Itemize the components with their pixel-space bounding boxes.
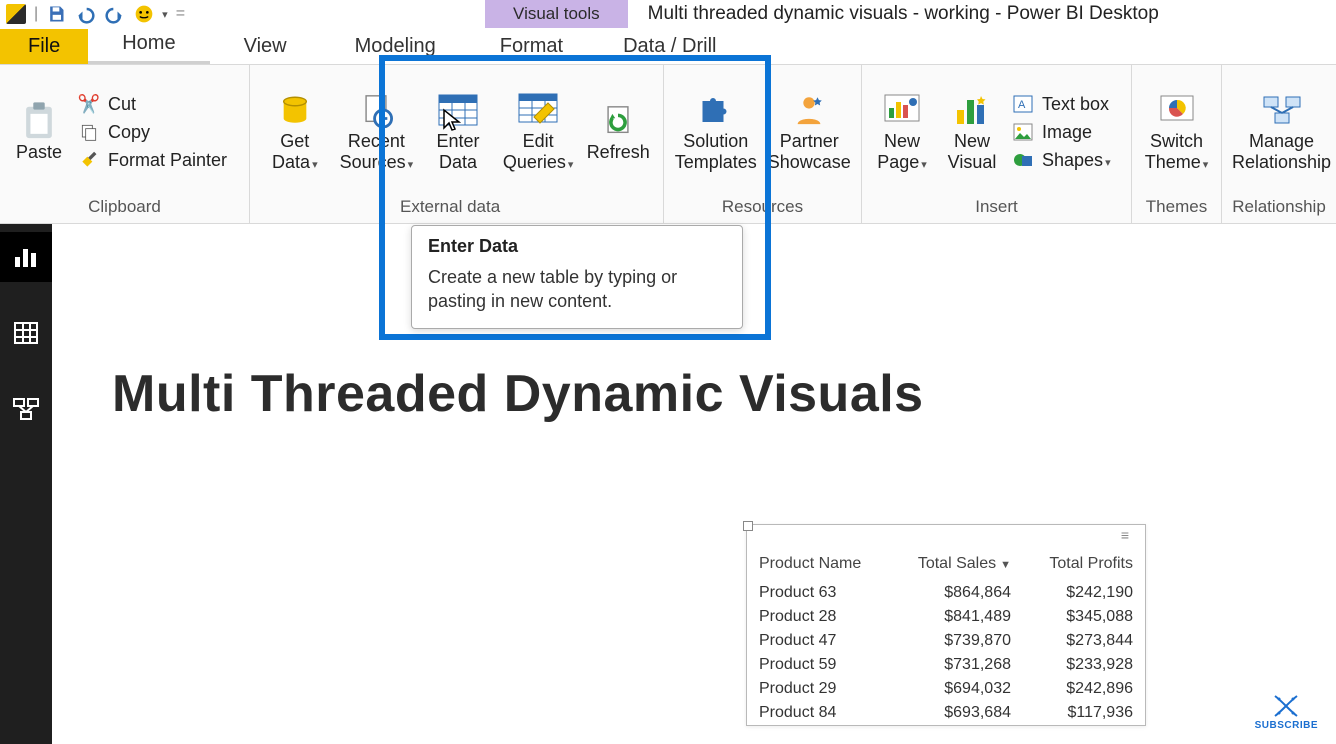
database-icon — [273, 91, 317, 129]
dna-icon — [1271, 694, 1301, 718]
edit-queries-button[interactable]: Edit Queries — [503, 91, 574, 172]
group-themes: Switch Theme Themes — [1132, 65, 1222, 223]
tab-format[interactable]: Format — [470, 29, 593, 64]
group-label-themes: Themes — [1132, 193, 1221, 223]
title-bar: | ▾ = Visual tools Multi threaded dynami… — [0, 0, 1336, 28]
paintbrush-icon — [78, 149, 100, 171]
new-page-button[interactable]: New Page — [872, 91, 932, 172]
tab-modeling[interactable]: Modeling — [321, 29, 470, 64]
group-label-external: External data — [250, 193, 663, 223]
tab-data-drill[interactable]: Data / Drill — [593, 29, 746, 64]
table-row[interactable]: Product 28$841,489$345,088 — [747, 605, 1145, 629]
solution-templates-button[interactable]: Solution Templates — [674, 91, 758, 172]
refresh-button[interactable]: Refresh — [583, 102, 653, 163]
partner-showcase-button[interactable]: Partner Showcase — [768, 91, 852, 172]
format-painter-button[interactable]: Format Painter — [78, 149, 227, 171]
recent-file-icon — [354, 91, 398, 129]
table-row[interactable]: Product 29$694,032$242,896 — [747, 677, 1145, 701]
image-button[interactable]: Image — [1012, 121, 1111, 143]
model-view-button[interactable] — [0, 384, 52, 434]
tooltip-enter-data: Enter Data Create a new table by typing … — [411, 225, 743, 329]
group-label-clipboard: Clipboard — [0, 193, 249, 223]
group-relationships: Manage Relationship Relationship — [1222, 65, 1336, 223]
window-title: Multi threaded dynamic visuals - working… — [648, 3, 1159, 25]
report-view-button[interactable] — [0, 232, 52, 282]
recent-sources-button[interactable]: Recent Sources — [340, 91, 414, 172]
refresh-icon — [596, 102, 640, 140]
copy-button[interactable]: Copy — [78, 121, 227, 143]
table-row[interactable]: Product 84$693,684$117,936 — [747, 701, 1145, 725]
table-row[interactable]: Product 63$864,864$242,190 — [747, 581, 1145, 605]
group-label-resources: Resources — [664, 193, 861, 223]
data-view-button[interactable] — [0, 308, 52, 358]
bar-chart-icon — [950, 91, 994, 129]
table-header[interactable]: Total Sales▼ — [890, 545, 1023, 581]
new-visual-button[interactable]: New Visual — [942, 91, 1002, 172]
person-star-icon — [787, 91, 831, 129]
qat-dropdown-icon[interactable]: ▾ — [162, 8, 168, 21]
manage-relationships-button[interactable]: Manage Relationship — [1232, 91, 1331, 172]
resize-handle-icon[interactable] — [743, 521, 753, 531]
paste-button[interactable]: Paste — [10, 102, 68, 163]
svg-text:A: A — [1018, 99, 1026, 111]
table-header[interactable]: Total Profits — [1023, 545, 1145, 581]
group-label-insert: Insert — [862, 193, 1131, 223]
contextual-tab-visual-tools[interactable]: Visual tools — [485, 0, 628, 28]
copy-icon — [78, 121, 100, 143]
image-icon — [1012, 121, 1034, 143]
tab-file[interactable]: File — [0, 29, 88, 64]
redo-icon[interactable] — [104, 4, 126, 24]
group-insert: New Page New Visual A Text box — [862, 65, 1132, 223]
page-chart-icon — [880, 91, 924, 129]
switch-theme-button[interactable]: Switch Theme — [1142, 91, 1211, 172]
ribbon-tab-strip: File Home View Modeling Format Data / Dr… — [0, 28, 1336, 64]
shapes-icon — [1012, 149, 1034, 171]
quick-access-toolbar: | ▾ = — [0, 4, 185, 24]
group-label-relationships: Relationship — [1222, 193, 1336, 223]
table-grid-icon — [436, 91, 480, 129]
relationships-icon — [1260, 91, 1304, 129]
tooltip-title: Enter Data — [428, 236, 726, 257]
enter-data-button[interactable]: Enter Data — [423, 91, 493, 172]
clipboard-icon — [17, 102, 61, 140]
save-icon[interactable] — [46, 4, 66, 24]
table-row[interactable]: Product 47$739,870$273,844 — [747, 629, 1145, 653]
tab-view[interactable]: View — [210, 29, 321, 64]
theme-pie-icon — [1155, 91, 1199, 129]
table-visual[interactable]: ≡ Product NameTotal Sales▼Total Profits … — [746, 524, 1146, 726]
text-box-button[interactable]: A Text box — [1012, 93, 1111, 115]
table-header[interactable]: Product Name — [747, 545, 890, 581]
left-nav-rail — [0, 224, 52, 744]
puzzle-icon — [694, 91, 738, 129]
app-logo-icon — [6, 4, 26, 24]
tab-home[interactable]: Home — [88, 26, 209, 64]
sort-desc-icon: ▼ — [1000, 559, 1011, 571]
cut-button[interactable]: ✂️ Cut — [78, 93, 227, 115]
table-row[interactable]: Product 59$731,268$233,928 — [747, 653, 1145, 677]
subscribe-badge[interactable]: SUBSCRIBE — [1255, 694, 1318, 731]
page-title: Multi Threaded Dynamic Visuals — [112, 364, 924, 424]
get-data-button[interactable]: Get Data — [260, 91, 330, 172]
undo-icon[interactable] — [74, 4, 96, 24]
textbox-icon: A — [1012, 93, 1034, 115]
group-resources: Solution Templates Partner Showcase Reso… — [664, 65, 862, 223]
scissors-icon: ✂️ — [78, 93, 100, 115]
group-external-data: Get Data Recent Sources Enter Data Edit … — [250, 65, 664, 223]
smiley-icon[interactable] — [134, 4, 154, 24]
table-pencil-icon — [516, 91, 560, 129]
ribbon: Paste ✂️ Cut Copy Format Painte — [0, 64, 1336, 224]
tooltip-body: Create a new table by typing or pasting … — [428, 265, 726, 314]
group-clipboard: Paste ✂️ Cut Copy Format Painte — [0, 65, 250, 223]
shapes-button[interactable]: Shapes — [1012, 149, 1111, 171]
visual-drag-handle[interactable]: ≡ — [747, 525, 1145, 545]
